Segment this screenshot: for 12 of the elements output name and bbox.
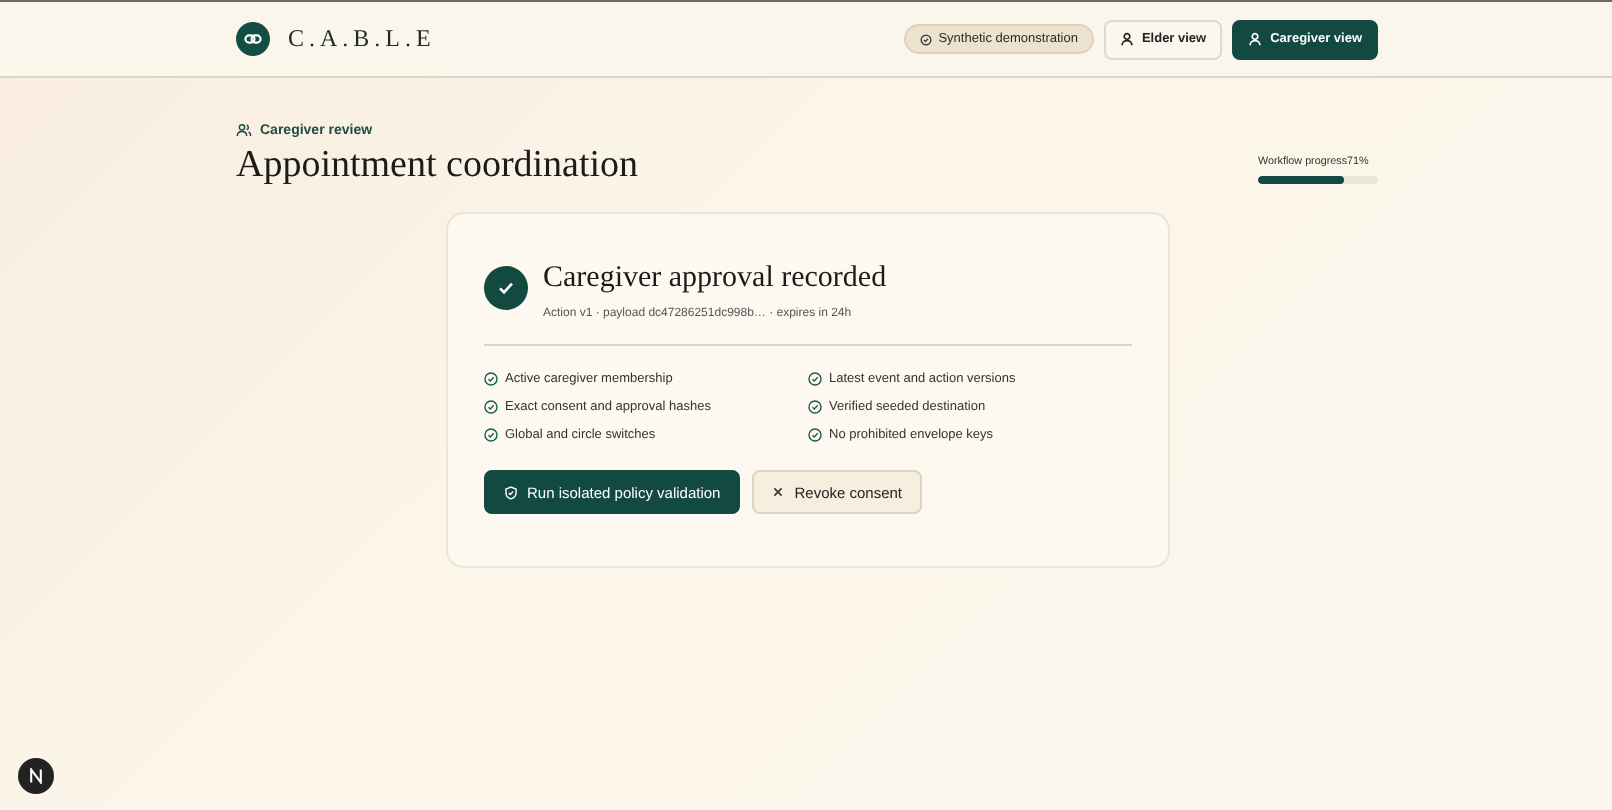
check-circle-icon	[920, 33, 933, 45]
card-title: Caregiver approval recorded	[543, 262, 887, 296]
page-title: Appointment coordination	[236, 144, 639, 188]
brand-name: C.A.B.L.E	[288, 24, 436, 54]
person-icon	[1248, 32, 1263, 46]
check-icon	[483, 266, 527, 310]
person-icon	[1119, 32, 1134, 46]
dev-tools-icon[interactable]	[18, 758, 54, 794]
close-icon	[772, 486, 785, 498]
users-icon	[236, 122, 252, 138]
shield-check-icon	[503, 485, 517, 499]
link-logo-icon	[236, 22, 270, 56]
